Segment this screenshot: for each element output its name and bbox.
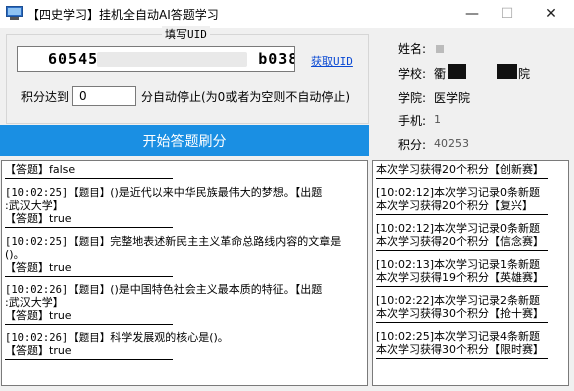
app-window-icon xyxy=(6,6,23,21)
log-divider xyxy=(5,227,173,228)
score-log-line: [10:02:25]本次学习记录4条新题 xyxy=(376,330,540,343)
log-divider xyxy=(5,276,173,277)
log-divider xyxy=(376,214,548,215)
score-log-line: 本次学习获得30个积分【限时赛】 xyxy=(376,343,544,356)
log-question: [10:02:25]【题目】完整地表述新民主主义革命总路线内容的文章是 xyxy=(5,235,342,248)
log-divider xyxy=(5,324,173,325)
points-threshold-hint: 分自动停止(为0或者为空则不自动停止) xyxy=(141,90,350,104)
score-log-line: 本次学习获得19个积分【英雄赛】 xyxy=(376,271,544,284)
log-question: [10:02:26]【题目】()是中国特色社会主义最本质的特征。【出题 xyxy=(5,283,323,296)
score-value: 40253 xyxy=(434,137,469,150)
log-divider xyxy=(376,358,548,359)
log-divider xyxy=(5,359,173,360)
log-divider xyxy=(376,322,548,323)
log-divider xyxy=(376,178,548,179)
log-source: ()。 xyxy=(5,248,25,261)
start-answering-button[interactable]: 开始答题刷分 xyxy=(0,125,369,156)
maximize-icon[interactable]: ☐ xyxy=(487,0,527,28)
phone-value: 1 xyxy=(434,113,441,126)
school-value-start: 衢 xyxy=(434,67,447,81)
log-divider xyxy=(376,250,548,251)
score-log-line: 本次学习获得20个积分【信念赛】 xyxy=(376,235,544,248)
uid-redaction xyxy=(97,52,247,67)
score-log-line: 本次学习获得20个积分【复兴】 xyxy=(376,199,533,212)
log-divider xyxy=(5,178,173,179)
score-log-line: [10:02:12]本次学习记录0条新题 xyxy=(376,222,540,235)
score-log[interactable]: 本次学习获得20个积分【创新赛】 [10:02:12]本次学习记录0条新题 本次… xyxy=(372,160,569,386)
minimize-icon[interactable]: — xyxy=(452,0,492,28)
score-log-line: [10:02:13]本次学习记录1条新题 xyxy=(376,258,540,271)
school-label: 学校: xyxy=(398,67,427,81)
points-threshold-input[interactable]: 0 xyxy=(72,86,136,106)
score-log-line: [10:02:12]本次学习记录0条新题 xyxy=(376,186,540,199)
log-answer: 【答题】false xyxy=(5,163,76,176)
score-log-line: 本次学习获得30个积分【抢十赛】 xyxy=(376,307,544,320)
score-log-line: 本次学习获得20个积分【创新赛】 xyxy=(376,163,544,176)
score-log-line: [10:02:22]本次学习记录2条新题 xyxy=(376,294,540,307)
score-label: 积分: xyxy=(398,138,427,152)
points-threshold-label: 积分达到 xyxy=(21,90,70,104)
uid-group-legend: 填写UID xyxy=(162,26,210,42)
log-divider xyxy=(376,286,548,287)
school-value-end: 院 xyxy=(518,67,531,81)
log-answer: 【答题】true xyxy=(5,344,72,357)
uid-value-end: b038b xyxy=(258,50,294,68)
log-answer: 【答题】true xyxy=(5,212,72,225)
log-answer: 【答题】true xyxy=(5,261,72,274)
log-question: [10:02:25]【题目】()是近代以来中华民族最伟大的梦想。【出题 xyxy=(5,186,323,199)
get-uid-link[interactable]: 获取UID xyxy=(311,53,353,69)
question-log[interactable]: 【答题】false [10:02:25]【题目】()是近代以来中华民族最伟大的梦… xyxy=(1,160,368,386)
college-value: 医学院 xyxy=(434,91,471,105)
name-redaction xyxy=(436,45,444,53)
log-source: :武汉大学】 xyxy=(5,199,64,212)
log-question: [10:02:26]【题目】科学发展观的核心是()。 xyxy=(5,331,229,344)
log-answer: 【答题】true xyxy=(5,309,72,322)
college-label: 学院: xyxy=(398,91,427,105)
school-redaction-2 xyxy=(497,64,517,79)
school-redaction-1 xyxy=(448,64,466,79)
name-label: 姓名: xyxy=(398,42,427,56)
window-title: 【四史学习】挂机全自动AI答题学习 xyxy=(27,8,219,22)
phone-label: 手机: xyxy=(398,114,427,128)
log-source: :武汉大学】 xyxy=(5,296,64,309)
close-icon[interactable]: ✕ xyxy=(531,0,571,28)
